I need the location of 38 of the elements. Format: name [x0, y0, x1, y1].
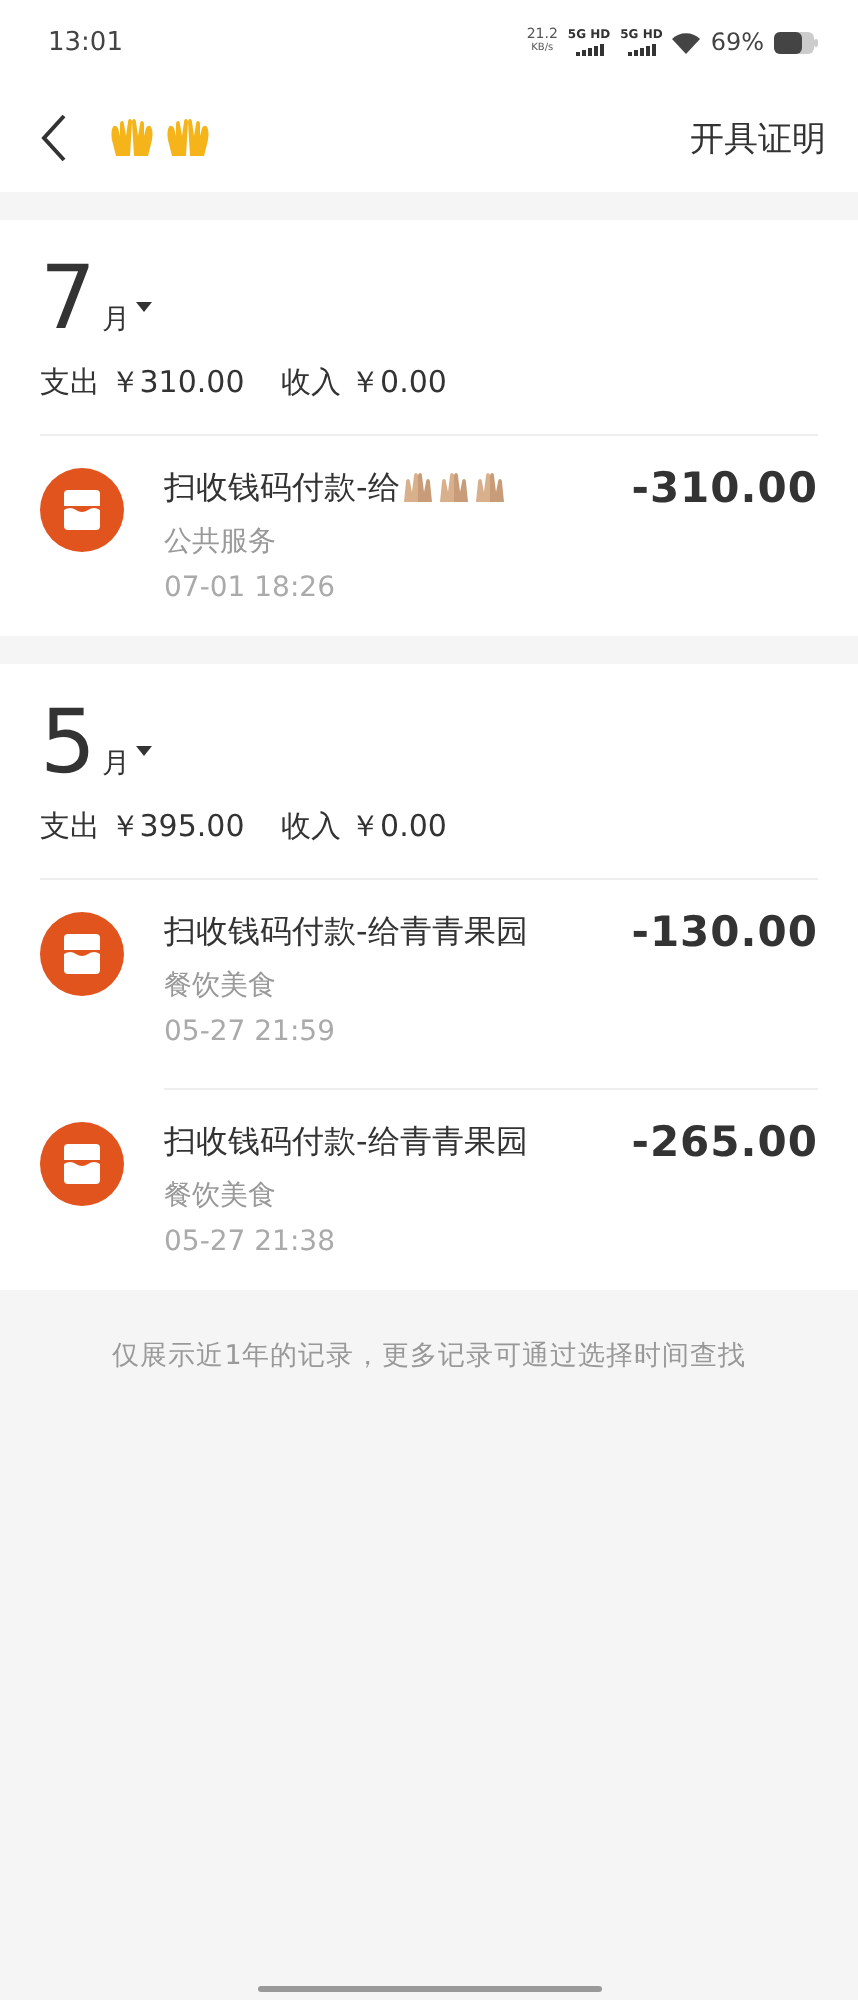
transaction-title: 扫收钱码付款-给青青果园: [164, 1121, 528, 1163]
praying-hands-icon: [435, 470, 472, 506]
battery-level: 69%: [710, 28, 764, 56]
month-picker[interactable]: 7 月: [40, 248, 152, 352]
transaction-amount: -265.00: [631, 1118, 818, 1166]
raised-hands-icon: [164, 116, 212, 160]
transaction-title: 扫收钱码付款-给: [164, 467, 400, 509]
praying-hands-icon: [471, 470, 508, 506]
expense-total: 支出 ￥395.00: [40, 808, 245, 846]
transaction-category: 餐饮美食: [164, 968, 278, 1004]
transaction-amount: -130.00: [631, 908, 818, 956]
footer-note: 仅展示近1年的记录，更多记录可通过选择时间查找: [110, 1338, 748, 1374]
transaction-amount: -310.00: [631, 464, 818, 512]
back-button[interactable]: [40, 114, 68, 162]
shop-icon: [40, 468, 124, 552]
transaction-title: 扫收钱码付款-给青青果园: [164, 911, 528, 953]
raised-hands-icon: [108, 116, 156, 160]
caret-icon: [136, 301, 152, 311]
transaction-time: 07-01 18:26: [164, 572, 337, 604]
shop-icon: [40, 1122, 124, 1206]
income-total: 收入 ￥0.00: [280, 808, 447, 846]
issue-certificate-button[interactable]: 开具证明: [690, 115, 826, 161]
transaction-row[interactable]: 扫收钱码付款-给青青果园 -130.00 餐饮美食 05-27 21:59: [40, 880, 818, 1090]
transaction-row[interactable]: 扫收钱码付款-给青青果园 -265.00 餐饮美食 05-27 21:38: [40, 1090, 818, 1290]
expense-total: 支出 ￥310.00: [40, 364, 245, 402]
shop-icon: [40, 912, 124, 996]
praying-hands-icon: [399, 470, 436, 506]
clock: 13:01: [48, 27, 123, 57]
month-picker[interactable]: 5 月: [40, 692, 152, 796]
transaction-category: 餐饮美食: [164, 1178, 278, 1214]
battery-icon: [774, 31, 818, 53]
caret-icon: [136, 745, 152, 755]
income-total: 收入 ￥0.00: [280, 364, 447, 402]
transaction-row[interactable]: 扫收钱码付款-给 -310.00 公共服务 07-01 18:26: [40, 436, 818, 636]
transaction-category: 公共服务: [164, 524, 278, 560]
wifi-icon: [672, 31, 701, 53]
transaction-time: 05-27 21:38: [164, 1226, 337, 1258]
transaction-time: 05-27 21:59: [164, 1016, 337, 1048]
